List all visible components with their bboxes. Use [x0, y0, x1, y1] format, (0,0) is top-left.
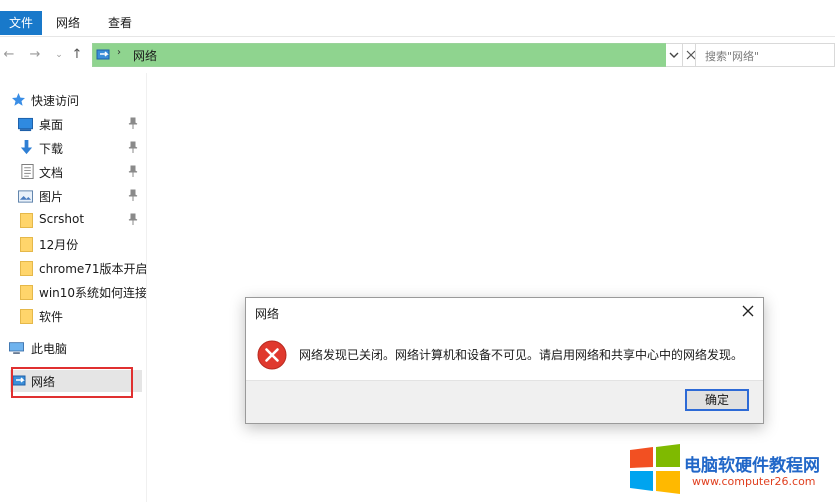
error-icon [257, 340, 287, 370]
sidebar-item-win10[interactable]: win10系统如何连接 [0, 281, 146, 303]
sidebar-item-this-pc[interactable]: 此电脑 [0, 337, 146, 359]
back-icon[interactable]: ← [0, 43, 18, 67]
computer-icon [9, 342, 24, 354]
close-icon[interactable] [739, 302, 757, 320]
sidebar-item-documents[interactable]: 文档 [0, 161, 146, 183]
sidebar-item-label: 12月份 [39, 238, 79, 252]
sidebar-item-software[interactable]: 软件 [0, 305, 146, 327]
folder-icon [20, 261, 33, 276]
network-discovery-dialog: 网络 网络发现已关闭。网络计算机和设备不可见。请启用网络和共享中心中的网络发现。… [245, 297, 764, 424]
sidebar-item-scrshot[interactable]: Scrshot [0, 209, 146, 231]
star-icon [12, 93, 25, 106]
pin-icon [128, 141, 138, 153]
pin-icon [128, 213, 138, 225]
tab-view[interactable]: 查看 [108, 10, 132, 36]
network-icon [96, 49, 110, 60]
dialog-title: 网络 [255, 307, 280, 321]
tab-file[interactable]: 文件 [0, 11, 42, 35]
watermark: 电脑软硬件教程网 www.computer26.com [628, 444, 833, 499]
tab-network[interactable]: 网络 [56, 10, 80, 36]
address-separator-icon: › [117, 47, 121, 58]
sidebar-item-label: 图片 [39, 190, 64, 204]
folder-icon [20, 309, 33, 324]
sidebar-item-label: 桌面 [39, 118, 64, 132]
annotation-highlight-box [11, 367, 133, 398]
pin-icon [128, 189, 138, 201]
address-dropdown-icon[interactable] [666, 43, 683, 67]
folder-icon [20, 285, 33, 300]
dialog-footer: 确定 [246, 380, 763, 423]
search-input[interactable]: 搜索"网络" [695, 43, 835, 67]
desktop-icon [18, 117, 33, 132]
sidebar-item-label: 此电脑 [31, 342, 68, 356]
folder-icon [20, 237, 33, 252]
watermark-url: www.computer26.com [692, 475, 816, 488]
folder-icon [20, 213, 33, 228]
sidebar-item-label: 快速访问 [31, 94, 80, 108]
sidebar-item-quick-access[interactable]: 快速访问 [0, 89, 146, 111]
forward-icon[interactable]: → [26, 43, 44, 67]
dialog-message: 网络发现已关闭。网络计算机和设备不可见。请启用网络和共享中心中的网络发现。 [299, 348, 744, 362]
recent-locations-icon[interactable]: ⌄ [50, 43, 68, 67]
sidebar-item-label: 软件 [39, 310, 64, 324]
sidebar-item-label: win10系统如何连接 [39, 286, 146, 300]
sidebar-item-label: chrome71版本开启 [39, 262, 146, 276]
sidebar-item-label: Scrshot [39, 212, 85, 226]
download-icon [20, 140, 33, 155]
ribbon-tabs: 文件 网络 查看 [0, 0, 835, 37]
sidebar-item-label: 下载 [39, 142, 64, 156]
pin-icon [128, 117, 138, 129]
sidebar-item-downloads[interactable]: 下载 [0, 137, 146, 159]
ok-button[interactable]: 确定 [685, 389, 749, 411]
sidebar-item-desktop[interactable]: 桌面 [0, 113, 146, 135]
sidebar-item-chrome71[interactable]: chrome71版本开启 [0, 257, 146, 279]
sidebar-item-label: 文档 [39, 166, 64, 180]
watermark-title: 电脑软硬件教程网 [684, 456, 820, 476]
sidebar-item-pictures[interactable]: 图片 [0, 185, 146, 207]
navigation-pane: 快速访问 桌面 下载 文档 图片 Scrshot 12月份 chrome71版本… [0, 73, 147, 502]
address-path[interactable]: 网络 [133, 47, 157, 64]
windows-logo-icon [630, 444, 680, 494]
pin-icon [128, 165, 138, 177]
address-bar[interactable]: › 网络 [92, 43, 668, 67]
document-icon [21, 164, 34, 179]
sidebar-item-december[interactable]: 12月份 [0, 233, 146, 255]
up-icon[interactable]: ↑ [68, 43, 86, 67]
picture-icon [18, 190, 33, 203]
search-placeholder: 搜索"网络" [705, 50, 760, 63]
